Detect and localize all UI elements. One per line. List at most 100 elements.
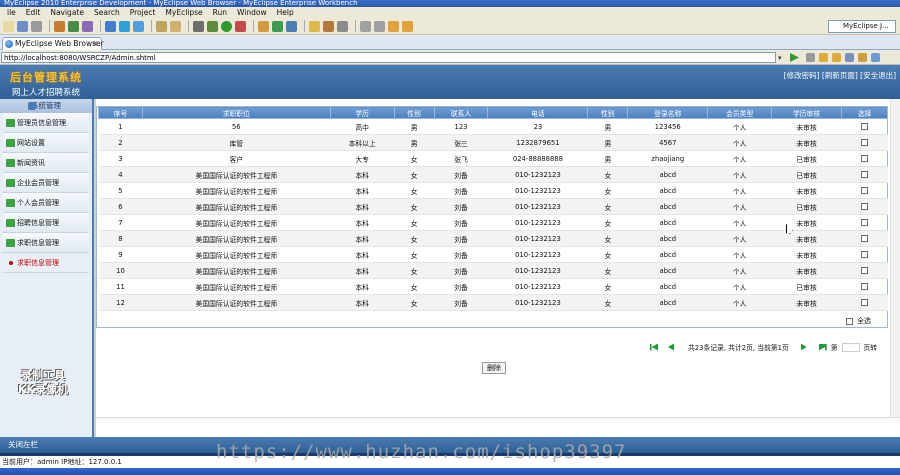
- forward-icon[interactable]: [832, 53, 841, 62]
- table-cell: 6: [98, 198, 143, 215]
- external-tools-icon[interactable]: [235, 20, 246, 32]
- menu-run[interactable]: Run: [208, 8, 232, 17]
- web-icon[interactable]: [119, 20, 130, 32]
- table-row[interactable]: 11 美国国际认证的软件工程师 本科女刘备 010-1232123 女 abcd 个人 已审核: [98, 278, 888, 295]
- menu-edit[interactable]: Edit: [21, 8, 46, 17]
- select-all[interactable]: 全选: [846, 316, 871, 326]
- print-icon[interactable]: [31, 20, 42, 32]
- run-icon[interactable]: [221, 20, 232, 32]
- table-cell: 个人: [707, 134, 772, 151]
- wizard-icon[interactable]: [105, 20, 116, 32]
- package-icon[interactable]: [258, 20, 269, 32]
- table-row[interactable]: 7 美国国际认证的软件工程师 本科女刘备 010-1232123 女 abcd 个人 未审核: [98, 214, 888, 231]
- edit-icon[interactable]: [337, 20, 348, 32]
- table-row[interactable]: 2 库管 本科以上男张三 1232879651 男 4567 个人 未审核: [98, 134, 888, 151]
- server-icon[interactable]: [68, 20, 79, 32]
- globe-icon[interactable]: [133, 20, 144, 32]
- page-go[interactable]: 页转: [864, 342, 878, 352]
- vertical-scrollbar[interactable]: [890, 99, 900, 417]
- row-checkbox[interactable]: [861, 267, 868, 274]
- table-cell: 未审核: [771, 262, 842, 279]
- sidebar-item-company-members[interactable]: 企业会员管理: [3, 173, 89, 193]
- menu-navigate[interactable]: Navigate: [45, 8, 89, 17]
- menu-project[interactable]: Project: [125, 8, 161, 17]
- tab-web-browser[interactable]: MyEclipse Web Browser ×: [2, 37, 104, 50]
- sidebar-item-job-seekers-active[interactable]: 求职信息管理: [3, 253, 89, 273]
- new-icon[interactable]: [3, 20, 14, 32]
- next-annotation-icon[interactable]: [360, 20, 371, 32]
- column-header: 求职职位: [141, 106, 331, 119]
- row-checkbox[interactable]: [861, 251, 868, 258]
- folder-icon[interactable]: [309, 20, 320, 32]
- menu-myeclipse[interactable]: MyEclipse: [160, 8, 207, 17]
- table-cell: 女: [587, 294, 628, 311]
- prev-page-icon[interactable]: [668, 343, 674, 351]
- row-checkbox[interactable]: [861, 171, 868, 178]
- delete-button[interactable]: 删除: [482, 362, 506, 374]
- pen-icon[interactable]: [323, 20, 334, 32]
- sidebar-item-personal-members[interactable]: 个人会员管理: [3, 193, 89, 213]
- database-icon[interactable]: [82, 20, 93, 32]
- row-checkbox[interactable]: [861, 219, 868, 226]
- menu-help[interactable]: Help: [272, 8, 299, 17]
- sidebar-item-admin[interactable]: 管理员信息管理: [3, 113, 89, 133]
- forward-icon[interactable]: [402, 20, 413, 32]
- refresh-icon[interactable]: [286, 20, 297, 32]
- sidebar-item-site-settings[interactable]: 网站设置: [3, 133, 89, 153]
- row-checkbox[interactable]: [861, 283, 868, 290]
- perspective-switcher[interactable]: MyEclipse J...: [828, 20, 896, 33]
- table-cell: 女: [394, 182, 435, 199]
- search-icon[interactable]: [156, 20, 167, 32]
- table-row[interactable]: 6 美国国际认证的软件工程师 本科女刘备 010-1232123 女 abcd 个人 已审核: [98, 198, 888, 215]
- window-icon[interactable]: [193, 20, 204, 32]
- last-page-icon[interactable]: [818, 343, 827, 351]
- row-checkbox[interactable]: [861, 235, 868, 242]
- header-links[interactable]: [修改密码] [刷新页面] [安全退出]: [784, 70, 896, 81]
- table-row[interactable]: 3 客户 大专女张飞 024-88888888 男 zhaojiang 个人 已审核: [98, 150, 888, 167]
- row-checkbox[interactable]: [861, 203, 868, 210]
- save-icon[interactable]: [17, 20, 28, 32]
- sidebar-item-job-seekers[interactable]: 求职信息管理: [3, 233, 89, 253]
- table-row[interactable]: 10 美国国际认证的软件工程师 本科女刘备 010-1232123 女 abcd 个人 未审核: [98, 262, 888, 279]
- table-row[interactable]: 9 美国国际认证的软件工程师 本科女刘备 010-1232123 女 abcd 个人 未审核: [98, 246, 888, 263]
- menu-file[interactable]: ile: [2, 8, 21, 17]
- menu-window[interactable]: Window: [232, 8, 272, 17]
- back-icon[interactable]: [819, 53, 828, 62]
- home-icon[interactable]: [871, 53, 880, 62]
- address-input[interactable]: [1, 52, 776, 63]
- prev-annotation-icon[interactable]: [374, 20, 385, 32]
- row-select-cell: [841, 134, 888, 151]
- menu-search[interactable]: Search: [89, 8, 125, 17]
- row-checkbox[interactable]: [861, 139, 868, 146]
- back-icon[interactable]: [388, 20, 399, 32]
- table-row[interactable]: 4 美国国际认证的软件工程师 本科女刘备 010-1232123 女 abcd 个人 已审核: [98, 166, 888, 183]
- next-page-icon[interactable]: [800, 343, 807, 351]
- first-page-icon[interactable]: [650, 343, 658, 351]
- chevron-down-icon[interactable]: ▾: [778, 54, 782, 62]
- sidebar-item-news[interactable]: 新闻资讯: [3, 153, 89, 173]
- table-row[interactable]: 8 美国国际认证的软件工程师 本科女刘备 010-1232123 女 abcd 个人 未审核: [98, 230, 888, 247]
- close-icon[interactable]: ×: [92, 38, 98, 49]
- menu-icon: [6, 179, 15, 187]
- row-checkbox[interactable]: [861, 187, 868, 194]
- table-row[interactable]: 1 56 高中男 123 23 男 123456 个人 未审核: [98, 118, 888, 135]
- table-cell: 23: [487, 118, 588, 135]
- settings-icon[interactable]: [806, 53, 815, 62]
- row-checkbox[interactable]: [861, 299, 868, 306]
- refresh-icon[interactable]: [858, 53, 867, 62]
- class-icon[interactable]: [272, 20, 283, 32]
- row-checkbox[interactable]: [861, 155, 868, 162]
- row-checkbox[interactable]: [861, 123, 868, 130]
- table-cell: 已审核: [771, 166, 842, 183]
- column-header: 选择: [841, 106, 888, 119]
- sidebar-item-job-postings[interactable]: 招聘信息管理: [3, 213, 89, 233]
- table-row[interactable]: 5 美国国际认证的软件工程师 本科女刘备 010-1232123 女 abcd 个人 未审核: [98, 182, 888, 199]
- open-type-icon[interactable]: [170, 20, 181, 32]
- stop-icon[interactable]: [845, 53, 854, 62]
- table-row[interactable]: 12 美国国际认证的软件工程师 本科女刘备 010-1232123 女 abcd 个人 未审核: [98, 294, 888, 311]
- deploy-icon[interactable]: [54, 20, 65, 32]
- select-all-checkbox[interactable]: [846, 317, 853, 325]
- go-icon[interactable]: [790, 53, 799, 62]
- bug-icon[interactable]: [207, 20, 218, 32]
- page-number-input[interactable]: [841, 342, 860, 352]
